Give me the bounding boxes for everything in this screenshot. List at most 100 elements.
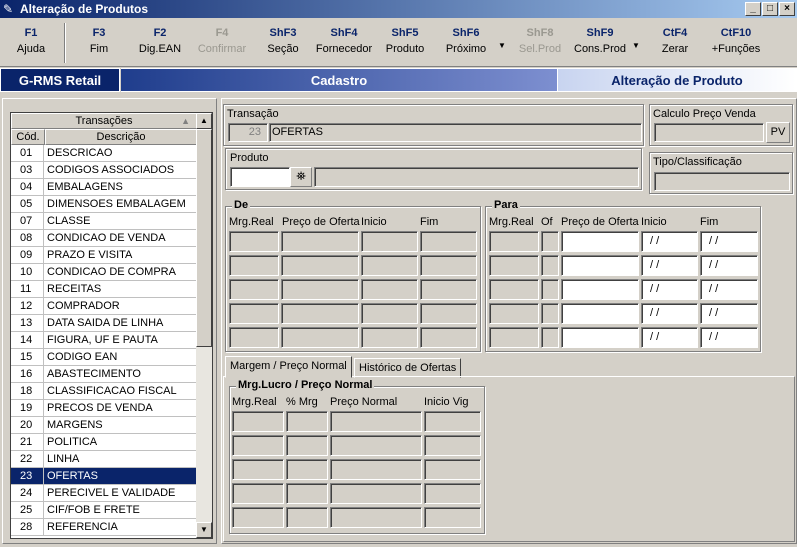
transactions-rows: 01 DESCRICAO 03 CODIGOS ASSOCIADOS 04 EMBALAG… [11, 145, 197, 536]
table-row[interactable]: 16 ABASTECIMENTO [11, 366, 197, 383]
close-button[interactable]: × [779, 2, 795, 16]
para-cell-fim[interactable]: / / [700, 279, 758, 300]
row-description: PRECOS DE VENDA [47, 402, 153, 414]
toolbar-shf6-proximo[interactable]: ShF6 Próximo [440, 27, 492, 55]
margem-cell-mrg-real [232, 411, 284, 432]
para-cell-inicio[interactable]: / / [641, 327, 698, 348]
para-cell-preco-oferta[interactable] [561, 255, 639, 276]
para-cell-fim[interactable]: / / [700, 327, 758, 348]
table-row[interactable]: 18 CLASSIFICACAO FISCAL [11, 383, 197, 400]
row-description: CODIGO EAN [47, 351, 118, 363]
table-row[interactable]: 22 LINHA [11, 451, 197, 468]
para-cell-fim[interactable]: / / [700, 255, 758, 276]
para-cell-inicio[interactable]: / / [641, 303, 698, 324]
margem-cell-mrg-real [232, 459, 284, 480]
toolbar-shf5-produto[interactable]: ShF5 Produto [380, 27, 430, 55]
table-row[interactable]: 11 RECEITAS [11, 281, 197, 298]
de-cell-inicio [361, 279, 418, 300]
tab-historico-ofertas[interactable]: Histórico de Ofertas [354, 358, 462, 378]
maximize-button[interactable]: □ [762, 2, 778, 16]
toolbar-f3-fim[interactable]: F3 Fim [74, 27, 124, 55]
column-header-code[interactable]: Cód. [11, 129, 45, 145]
row-code: 23 [11, 468, 44, 485]
row-code: 11 [11, 281, 44, 298]
transactions-list[interactable]: Transações ▲ Cód. Descrição 01 DESCRICAO 03… [10, 112, 213, 539]
table-row[interactable]: 25 CIF/FOB E FRETE [11, 502, 197, 519]
table-row[interactable]: 20 MARGENS [11, 417, 197, 434]
transactions-scrollbar[interactable]: ▲ ▼ [196, 113, 212, 538]
produto-code-input[interactable] [230, 167, 290, 187]
margem-cell-mrg-real [232, 435, 284, 456]
toolbar-ctf10-mais-funcoes[interactable]: CtF10 +Funções [706, 27, 766, 55]
table-row[interactable]: 28 REFERENCIA [11, 519, 197, 536]
transacao-code-field[interactable]: 23 [228, 123, 268, 142]
scroll-down-icon[interactable]: ▼ [196, 522, 212, 538]
table-row[interactable]: 08 CONDICAO DE VENDA [11, 230, 197, 247]
para-cell-fim[interactable]: / / [700, 303, 758, 324]
function-toolbar: F1 Ajuda F3 Fim F2 Dig.EAN F4 Confirmar ShF3… [0, 19, 797, 67]
cons-prod-dropdown-icon[interactable]: ▼ [632, 41, 640, 50]
row-code: 16 [11, 366, 44, 383]
tipo-field [654, 172, 790, 191]
scroll-thumb[interactable] [196, 129, 212, 347]
tab-margem-preco-normal[interactable]: Margem / Preço Normal [225, 356, 352, 378]
para-cell-preco-oferta[interactable] [561, 231, 639, 252]
table-row[interactable]: 03 CODIGOS ASSOCIADOS [11, 162, 197, 179]
row-description: CODIGOS ASSOCIADOS [47, 164, 175, 176]
para-cell-preco-oferta[interactable] [561, 327, 639, 348]
margem-cell-mrg-real [232, 483, 284, 504]
table-row[interactable]: 04 EMBALAGENS [11, 179, 197, 196]
para-cell-inicio[interactable]: / / [641, 255, 698, 276]
table-row[interactable]: 19 PRECOS DE VENDA [11, 400, 197, 417]
table-row[interactable]: 10 CONDICAO DE COMPRA [11, 264, 197, 281]
de-cell-fim [420, 279, 477, 300]
toolbar-f1-ajuda[interactable]: F1 Ajuda [8, 27, 54, 55]
row-code: 10 [11, 264, 44, 281]
toolbar-f4-confirmar[interactable]: F4 Confirmar [196, 27, 248, 55]
row-description: CLASSE [47, 215, 91, 227]
para-cell-of [541, 327, 559, 348]
minimize-button[interactable]: _ [745, 2, 761, 16]
table-row[interactable]: 07 CLASSE [11, 213, 197, 230]
column-header-description[interactable]: Descrição [45, 129, 197, 145]
para-cell-mrg-real [489, 255, 539, 276]
table-row[interactable]: 12 COMPRADOR [11, 298, 197, 315]
para-cell-of [541, 303, 559, 324]
row-code: 24 [11, 485, 44, 502]
margem-cell-preco-normal [330, 411, 422, 432]
table-row[interactable]: 09 PRAZO E VISITA [11, 247, 197, 264]
de-cell-inicio [361, 255, 418, 276]
de-cell-mrg-real [229, 231, 279, 252]
table-row[interactable]: 14 FIGURA, UF E PAUTA [11, 332, 197, 349]
de-cell-preco-oferta [281, 327, 359, 348]
table-row[interactable]: 23 OFERTAS [11, 468, 197, 485]
table-row[interactable]: 21 POLITICA [11, 434, 197, 451]
para-cell-mrg-real [489, 303, 539, 324]
de-cell-preco-oferta [281, 255, 359, 276]
pv-button[interactable]: PV [766, 122, 790, 143]
margem-cell-inicio-vig [424, 411, 481, 432]
toolbar-f2-dig-ean[interactable]: F2 Dig.EAN [134, 27, 186, 55]
para-cell-inicio[interactable]: / / [641, 279, 698, 300]
toolbar-shf8-sel-prod[interactable]: ShF8 Sel.Prod [514, 27, 566, 55]
row-description: EMBALAGENS [47, 181, 123, 193]
search-binoculars-icon[interactable]: ⛯ [290, 167, 312, 187]
para-cell-preco-oferta[interactable] [561, 303, 639, 324]
proximo-dropdown-icon[interactable]: ▼ [498, 41, 506, 50]
table-row[interactable]: 24 PERECIVEL E VALIDADE [11, 485, 197, 502]
de-cell-fim [420, 231, 477, 252]
table-row[interactable]: 13 DATA SAIDA DE LINHA [11, 315, 197, 332]
table-row[interactable]: 01 DESCRICAO [11, 145, 197, 162]
toolbar-ctf4-zerar[interactable]: CtF4 Zerar [650, 27, 700, 55]
toolbar-shf9-cons-prod[interactable]: ShF9 Cons.Prod [572, 27, 628, 55]
toolbar-shf3-secao[interactable]: ShF3 Seção [258, 27, 308, 55]
row-code: 28 [11, 519, 44, 536]
table-row[interactable]: 05 DIMENSOES EMBALAGEM [11, 196, 197, 213]
toolbar-shf4-fornecedor[interactable]: ShF4 Fornecedor [314, 27, 374, 55]
margem-cell-pct-mrg [286, 459, 328, 480]
scroll-up-icon[interactable]: ▲ [196, 113, 212, 129]
para-cell-preco-oferta[interactable] [561, 279, 639, 300]
para-cell-fim[interactable]: / / [700, 231, 758, 252]
table-row[interactable]: 15 CODIGO EAN [11, 349, 197, 366]
para-cell-inicio[interactable]: / / [641, 231, 698, 252]
